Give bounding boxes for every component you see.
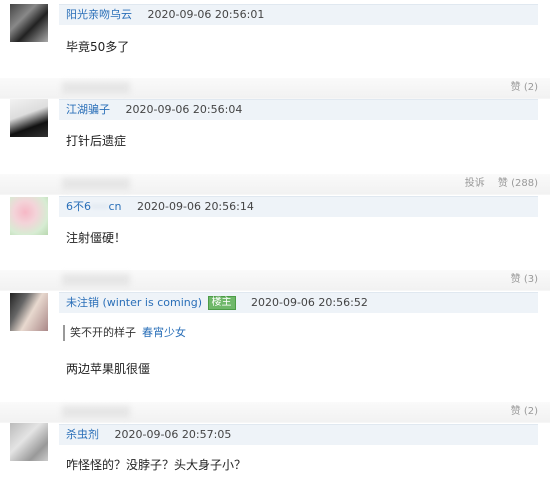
blurred-info — [62, 178, 130, 190]
comment-header: 杀虫剂 2020-09-06 20:57:05 — [59, 424, 538, 445]
like-button[interactable]: 赞 (2) — [511, 82, 538, 93]
blurred-info — [62, 274, 130, 286]
quote-text: 笑不开的样子 — [70, 326, 136, 339]
avatar[interactable] — [10, 197, 48, 235]
quote-author[interactable]: 春宵少女 — [142, 326, 186, 339]
comment-text: 两边苹果肌很僵 — [66, 362, 151, 376]
username[interactable]: 6不6·····cn — [66, 200, 122, 213]
blurred-info — [62, 406, 130, 418]
comment-header: 6不6·····cn 2020-09-06 20:56:14 — [59, 196, 538, 217]
username-blurred: ····· — [91, 200, 109, 213]
comment-text: 毕竟50多了 — [66, 40, 130, 54]
comment-text: 咋怪怪的？没脖子？头大身子小？ — [66, 458, 247, 472]
op-badge: 楼主 — [207, 296, 236, 310]
username-visible: 6不6 — [66, 200, 91, 213]
username[interactable]: 江湖骗子 — [66, 103, 110, 116]
timestamp: 2020-09-06 20:57:05 — [114, 428, 232, 441]
report-button[interactable]: 投诉 — [465, 178, 485, 189]
avatar[interactable] — [10, 99, 48, 137]
like-button[interactable]: 赞 (3) — [511, 274, 538, 285]
comment-footer: 投诉 赞 (288) — [0, 174, 550, 195]
timestamp: 2020-09-06 20:56:14 — [137, 200, 254, 213]
like-button[interactable]: 赞 (2) — [511, 406, 538, 417]
avatar[interactable] — [10, 293, 48, 331]
username[interactable]: 杀虫剂 — [66, 428, 99, 441]
quoted-reply: 笑不开的样子 春宵少女 — [63, 325, 186, 341]
username[interactable]: 阳光亲吻乌云 — [66, 8, 132, 21]
comment-text: 注射僵硬！ — [66, 231, 127, 245]
comment-header: 阳光亲吻乌云 2020-09-06 20:56:01 — [59, 4, 538, 25]
timestamp: 2020-09-06 20:56:52 — [251, 296, 368, 309]
timestamp: 2020-09-06 20:56:01 — [147, 8, 265, 21]
comment-text: 打针后遗症 — [66, 134, 127, 148]
timestamp: 2020-09-06 20:56:04 — [125, 103, 243, 116]
comment-header: 未注销 (winter is coming) 楼主 2020-09-06 20:… — [59, 292, 538, 313]
comment-footer: 赞 (2) — [0, 402, 550, 423]
username-suffix: cn — [108, 200, 122, 213]
comment-footer: 赞 (3) — [0, 270, 550, 291]
avatar[interactable] — [10, 423, 48, 461]
blurred-info — [62, 82, 130, 94]
comment-header: 江湖骗子 2020-09-06 20:56:04 — [59, 99, 538, 120]
comment-footer: 赞 (2) — [0, 78, 550, 99]
like-button[interactable]: 赞 (288) — [498, 178, 538, 189]
avatar[interactable] — [10, 4, 48, 42]
username[interactable]: 未注销 (winter is coming) — [66, 296, 202, 309]
